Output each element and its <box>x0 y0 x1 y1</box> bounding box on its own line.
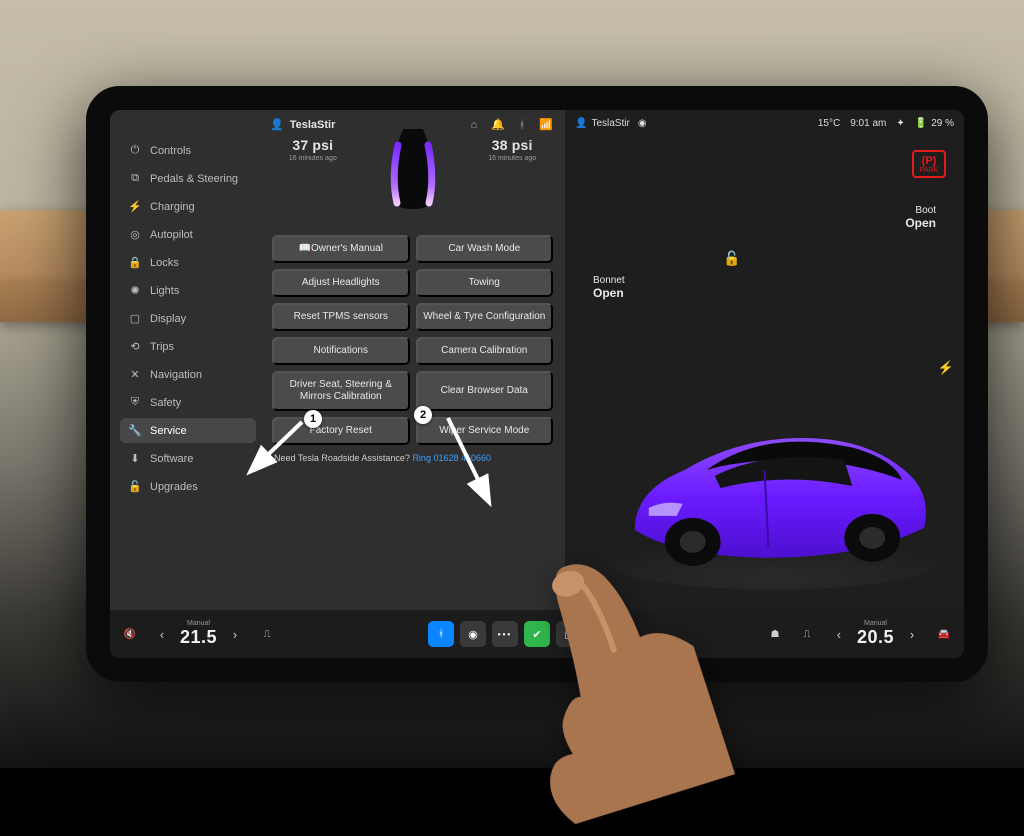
sidebar-item-label: Controls <box>150 145 191 157</box>
display-icon: ▢ <box>128 312 142 325</box>
sidebar-item-pedals-steering[interactable]: ⧉ Pedals & Steering <box>120 166 256 191</box>
download-icon: ⬇ <box>128 452 142 465</box>
sparkle-icon: ✺ <box>128 284 142 297</box>
sidebar-item-lights[interactable]: ✺ Lights <box>120 278 256 303</box>
defrost-front-button[interactable]: ☗ <box>761 620 789 648</box>
sidebar-item-label: Charging <box>150 201 195 213</box>
seat-heat-right-button[interactable]: ⎍ <box>793 620 821 648</box>
profile-name: TeslaStir <box>290 119 336 131</box>
shield-icon: ⛨ <box>128 396 142 409</box>
power-icon: ⏻ <box>128 144 142 157</box>
sidebar-item-controls[interactable]: ⏻ Controls <box>120 138 256 163</box>
sidebar-item-charging[interactable]: ⚡ Charging <box>120 194 256 219</box>
annotation-marker-2: 2 <box>414 406 432 424</box>
tile-wheel-tyre-config[interactable]: Wheel & Tyre Configuration <box>416 303 554 331</box>
sidebar-item-label: Autopilot <box>150 229 193 241</box>
car-top-icon <box>371 129 455 213</box>
sidebar-item-service[interactable]: 🔧 Service <box>120 418 256 443</box>
annotation-marker-1: 1 <box>304 410 322 428</box>
tile-car-wash-mode[interactable]: Car Wash Mode <box>416 235 554 263</box>
notifications-bell-icon[interactable]: 🔔 <box>489 118 507 131</box>
temp-down-left[interactable]: ‹ <box>148 620 176 648</box>
roadside-assist-link[interactable]: Ring 01628 450660 <box>412 453 491 463</box>
tile-clear-browser-data[interactable]: Clear Browser Data <box>416 371 554 411</box>
tile-owners-manual[interactable]: 📖 Owner's Manual <box>272 235 410 263</box>
tile-notifications[interactable]: Notifications <box>272 337 410 365</box>
status-battery[interactable]: 🔋 29 % <box>915 118 954 129</box>
sidebar-item-label: Trips <box>150 341 174 353</box>
sidebar-item-label: Pedals & Steering <box>150 173 238 185</box>
status-temperature: 15°C <box>818 118 840 129</box>
sidebar-item-safety[interactable]: ⛨ Safety <box>120 390 256 415</box>
bluetooth-icon[interactable]: ᚼ <box>513 119 531 131</box>
status-sentry-icon[interactable]: ◉ <box>638 118 647 129</box>
car-icon: ⧉ <box>128 172 142 185</box>
passenger-temp[interactable]: Manual 20.5 <box>857 620 894 648</box>
app-bluetooth-icon[interactable]: ᚼ <box>428 621 454 647</box>
tile-towing[interactable]: Towing <box>416 269 554 297</box>
tile-factory-reset[interactable]: Factory Reset <box>272 417 410 445</box>
tpms-display: 37 psi 16 minutes ago <box>272 137 553 225</box>
sidebar-item-autopilot[interactable]: ◎ Autopilot <box>120 222 256 247</box>
sidebar-item-display[interactable]: ▢ Display <box>120 306 256 331</box>
sidebar-item-label: Locks <box>150 257 179 269</box>
status-airbag-icon: ✦ <box>896 118 904 129</box>
car-quick-button[interactable]: 🚘 <box>930 620 958 648</box>
unlock-icon: 🔓 <box>128 480 142 493</box>
sidebar-item-upgrades[interactable]: 🔓 Upgrades <box>120 474 256 499</box>
tile-wiper-service[interactable]: Wiper Service Mode <box>416 417 554 445</box>
service-panel: 👤 TeslaStir ⌂ 🔔 ᚼ 📶 37 psi 16 minutes ag… <box>260 110 565 610</box>
volume-mute-button[interactable]: 🔇 <box>116 620 144 648</box>
status-profile[interactable]: 👤 TeslaStir <box>575 118 630 129</box>
wifi-icon[interactable]: 📶 <box>537 118 555 131</box>
sidebar-item-software[interactable]: ⬇ Software <box>120 446 256 471</box>
bolt-icon: ⚡ <box>128 200 142 213</box>
driver-temp[interactable]: Manual 21.5 <box>180 620 217 648</box>
compass-icon: ✕ <box>128 368 142 381</box>
lock-icon: 🔒 <box>128 256 142 269</box>
temp-up-left[interactable]: › <box>221 620 249 648</box>
sidebar-item-label: Display <box>150 313 186 325</box>
wheel-icon: ◎ <box>128 228 142 241</box>
sidebar-item-label: Lights <box>150 285 179 297</box>
sidebar-item-locks[interactable]: 🔒 Locks <box>120 250 256 275</box>
route-icon: ⟲ <box>128 340 142 353</box>
settings-sidebar: ⏻ Controls ⧉ Pedals & Steering ⚡ Charging ◎… <box>110 110 260 610</box>
tile-camera-calibration[interactable]: Camera Calibration <box>416 337 554 365</box>
tile-adjust-headlights[interactable]: Adjust Headlights <box>272 269 410 297</box>
status-bar: 👤 TeslaStir ◉ 15°C 9:01 am ✦ 🔋 29 % <box>565 114 964 133</box>
roadside-assist-text: Need Tesla Roadside Assistance? Ring 016… <box>266 453 559 467</box>
temp-up-right[interactable]: › <box>898 620 926 648</box>
wrench-icon: 🔧 <box>128 424 142 437</box>
sidebar-item-label: Safety <box>150 397 181 409</box>
tpms-right: 38 psi 16 minutes ago <box>488 137 536 162</box>
vehicle-view-panel: 👤 TeslaStir ◉ 15°C 9:01 am ✦ 🔋 29 % (P) … <box>565 110 964 610</box>
tile-reset-tpms[interactable]: Reset TPMS sensors <box>272 303 410 331</box>
sidebar-item-label: Software <box>150 453 193 465</box>
sidebar-item-label: Upgrades <box>150 481 198 493</box>
homelink-icon[interactable]: ⌂ <box>465 119 483 131</box>
park-brake-indicator: (P) PARK <box>912 150 946 178</box>
sidebar-item-label: Service <box>150 425 187 437</box>
user-icon: 👤 <box>270 118 284 131</box>
sidebar-item-label: Navigation <box>150 369 202 381</box>
sidebar-item-trips[interactable]: ⟲ Trips <box>120 334 256 359</box>
seat-heat-left-button[interactable]: ⎍ <box>253 620 281 648</box>
status-time: 9:01 am <box>850 118 886 129</box>
temp-down-right[interactable]: ‹ <box>825 620 853 648</box>
sidebar-item-navigation[interactable]: ✕ Navigation <box>120 362 256 387</box>
tile-seat-mirrors-cal[interactable]: Driver Seat, Steering & Mirrors Calibrat… <box>272 371 410 411</box>
tpms-left: 37 psi 16 minutes ago <box>289 137 337 162</box>
